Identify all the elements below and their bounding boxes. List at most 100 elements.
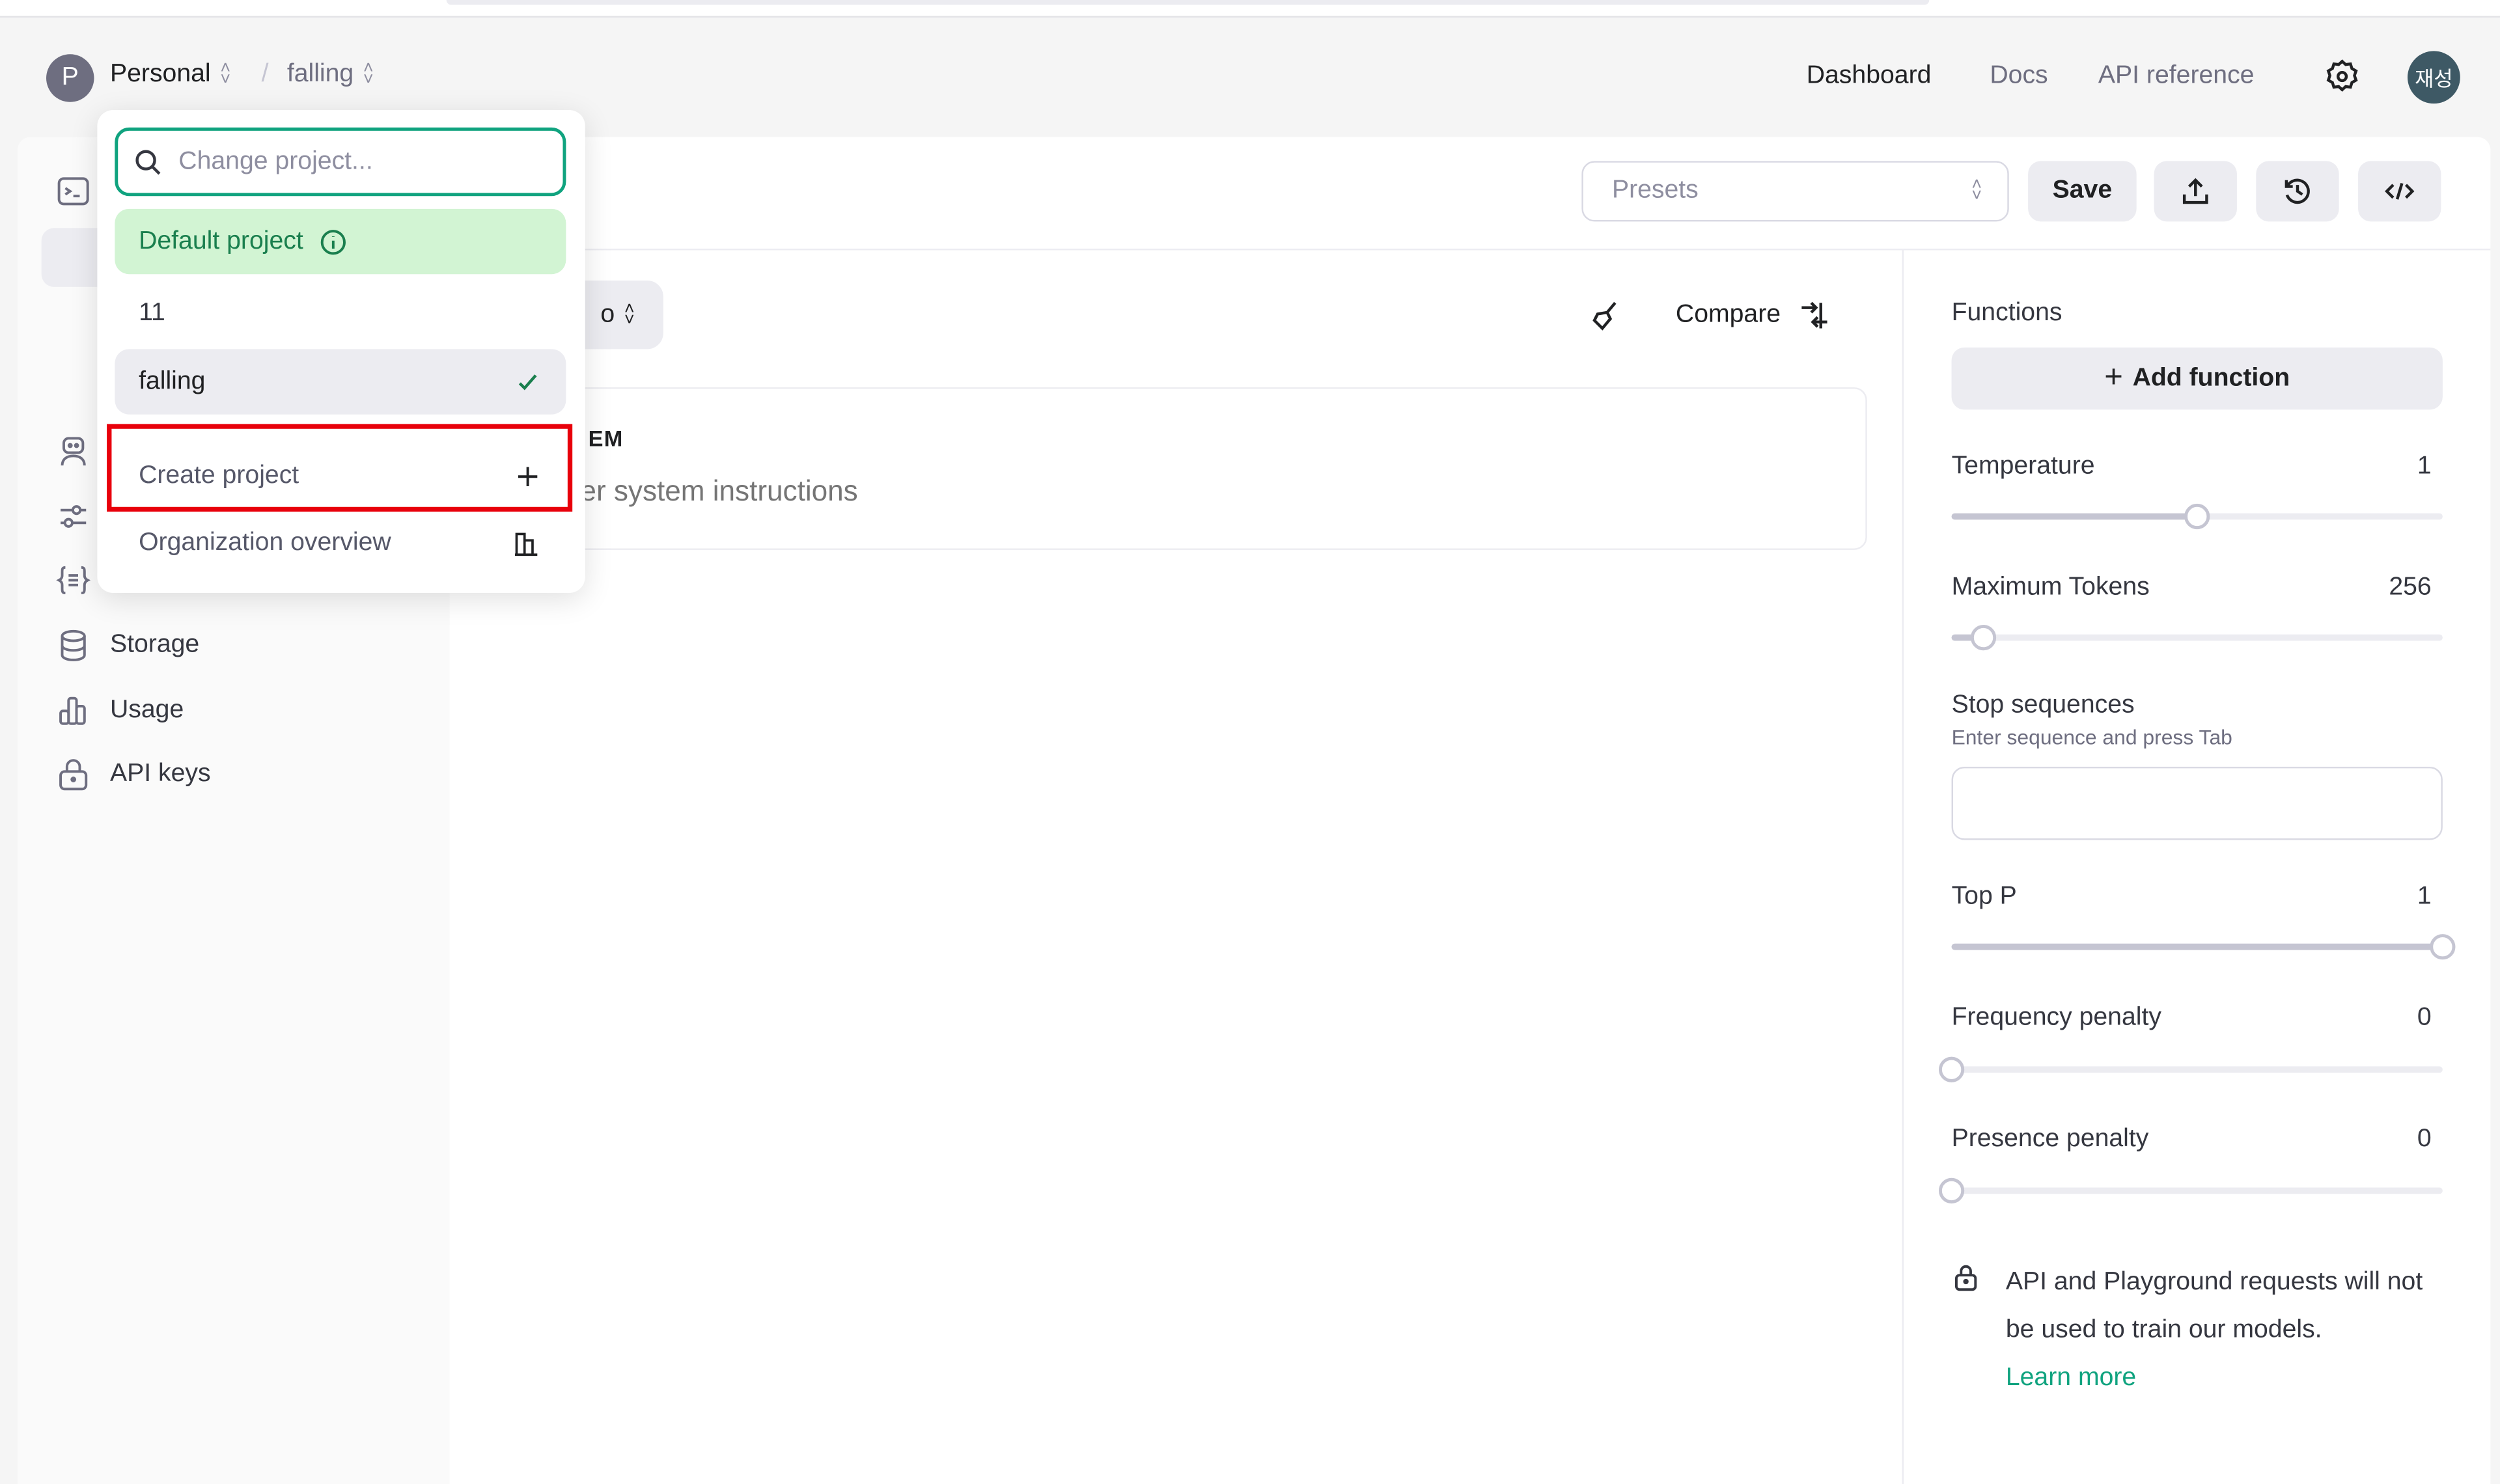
sidebar-item-label: Storage: [109, 631, 200, 659]
max-tokens-label: Maximum Tokens: [1951, 573, 2150, 601]
org-switcher[interactable]: Personal ˄ ˅: [109, 59, 231, 90]
project-item-11[interactable]: 11: [115, 281, 566, 346]
change-project-search[interactable]: [115, 127, 566, 197]
slider-fill: [1951, 943, 2443, 950]
history-icon: [2282, 175, 2314, 207]
upload-icon: [2180, 175, 2212, 207]
terminal-icon[interactable]: [56, 174, 91, 209]
compare-arrows-icon: [1797, 298, 1832, 333]
chevron-updown-icon: ˄ ˅: [1971, 175, 1982, 206]
system-message-box[interactable]: [478, 387, 1867, 550]
compare-button[interactable]: Compare: [1676, 298, 1832, 333]
temperature-slider[interactable]: [1951, 501, 2443, 532]
slider-thumb[interactable]: [2430, 934, 2456, 960]
project-item-falling[interactable]: falling: [115, 349, 566, 415]
chevron-updown-icon: ˄ ˅: [220, 59, 231, 90]
robot-icon[interactable]: [56, 433, 91, 469]
plus-icon: +: [2104, 360, 2123, 396]
stop-sequences-input[interactable]: [1951, 766, 2443, 840]
frequency-penalty-label: Frequency penalty: [1951, 1004, 2161, 1032]
stop-sequences-label: Stop sequences: [1951, 691, 2135, 719]
lock-icon: [1952, 1263, 1980, 1291]
presets-select[interactable]: Presets ˄ ˅: [1581, 161, 2009, 222]
project-switcher[interactable]: falling ˄ ˅: [286, 59, 374, 90]
project-item-default[interactable]: Default project: [115, 208, 566, 275]
org-name: Personal: [109, 61, 211, 88]
settings-divider: [1902, 249, 1904, 1484]
create-project-label: Create project: [139, 461, 299, 489]
sidebar-item-storage[interactable]: Storage: [56, 628, 200, 663]
presence-penalty-value[interactable]: 0: [2336, 1125, 2432, 1154]
learn-more-link[interactable]: Learn more: [2006, 1364, 2136, 1392]
model-name: o: [600, 300, 615, 328]
user-avatar[interactable]: 재성: [2407, 51, 2460, 104]
slider-thumb[interactable]: [1938, 1177, 1965, 1203]
change-project-input[interactable]: [175, 146, 533, 178]
code-icon: [2383, 175, 2415, 207]
presence-penalty-slider[interactable]: [1938, 1175, 2443, 1207]
chevron-updown-icon: ˄ ˅: [363, 59, 374, 90]
chevron-updown-icon: ˄ ˅: [624, 299, 635, 329]
browser-top-strip: [0, 0, 2500, 18]
bar-chart-icon: [56, 693, 91, 728]
max-tokens-value[interactable]: 256: [2336, 574, 2431, 603]
braces-icon[interactable]: [56, 562, 91, 598]
temperature-value[interactable]: 1: [2336, 453, 2432, 482]
presets-placeholder: Presets: [1611, 176, 1699, 204]
stop-sequences-hint: Enter sequence and press Tab: [1951, 725, 2232, 750]
functions-label: Functions: [1951, 299, 2062, 327]
create-project-item[interactable]: Create project: [115, 443, 566, 508]
slider-thumb[interactable]: [1938, 1056, 1965, 1082]
project-item-label: Default project: [139, 227, 303, 254]
nav-api-reference[interactable]: API reference: [2098, 62, 2255, 91]
playground-page: P Personal ˄ ˅ / falling ˄ ˅ Dashboard Doc…: [0, 0, 2500, 1484]
slider-thumb[interactable]: [2184, 503, 2210, 530]
save-button[interactable]: Save: [2028, 161, 2137, 222]
system-label: EM: [588, 425, 624, 452]
sidebar-item-label: Usage: [109, 696, 184, 724]
gear-icon[interactable]: [2323, 57, 2361, 96]
sidebar-item-api-keys[interactable]: API keys: [56, 757, 211, 792]
view-code-button[interactable]: [2358, 161, 2441, 222]
sidebar-item-label: API keys: [109, 760, 211, 788]
organization-overview-label: Organization overview: [139, 528, 391, 556]
plus-icon: [515, 463, 540, 488]
project-item-label: 11: [139, 299, 165, 326]
share-button[interactable]: [2154, 161, 2237, 222]
add-function-label: Add function: [2132, 364, 2290, 392]
database-icon: [56, 628, 91, 663]
top-p-label: Top P: [1951, 883, 2017, 911]
sidebar-item-usage[interactable]: Usage: [56, 693, 184, 728]
lock-icon: [56, 757, 91, 792]
history-button[interactable]: [2256, 161, 2339, 222]
max-tokens-slider[interactable]: [1951, 622, 2443, 653]
project-name: falling: [286, 61, 354, 88]
info-icon[interactable]: [319, 227, 348, 256]
compare-label: Compare: [1675, 301, 1781, 329]
privacy-notice-text: API and Playground requests will not be …: [2005, 1269, 2423, 1344]
slider-fill: [1951, 513, 2197, 520]
check-icon: [515, 369, 540, 394]
top-p-slider[interactable]: [1951, 931, 2456, 963]
breadcrumb-separator: /: [261, 61, 269, 88]
temperature-label: Temperature: [1951, 452, 2095, 480]
project-item-label: falling: [139, 367, 206, 395]
system-instructions-input[interactable]: [580, 474, 1824, 509]
frequency-penalty-slider[interactable]: [1938, 1054, 2443, 1086]
dropdown-divider: [115, 427, 566, 429]
presence-penalty-label: Presence penalty: [1951, 1125, 2149, 1153]
slider-thumb[interactable]: [1971, 625, 1997, 651]
add-function-button[interactable]: + Add function: [1951, 347, 2443, 410]
sliders-icon[interactable]: [56, 499, 91, 534]
frequency-penalty-value[interactable]: 0: [2336, 1004, 2432, 1033]
top-p-value[interactable]: 1: [2336, 883, 2432, 912]
nav-dashboard[interactable]: Dashboard: [1807, 62, 1932, 91]
organization-overview-item[interactable]: Organization overview: [115, 510, 566, 575]
building-icon: [512, 529, 540, 557]
privacy-notice: API and Playground requests will not be …: [2006, 1259, 2436, 1403]
search-icon: [134, 148, 163, 176]
nav-docs[interactable]: Docs: [1990, 62, 2048, 91]
broom-icon[interactable]: [1588, 298, 1623, 333]
org-avatar[interactable]: P: [46, 54, 94, 102]
scrollbar-top: [446, 0, 1930, 5]
